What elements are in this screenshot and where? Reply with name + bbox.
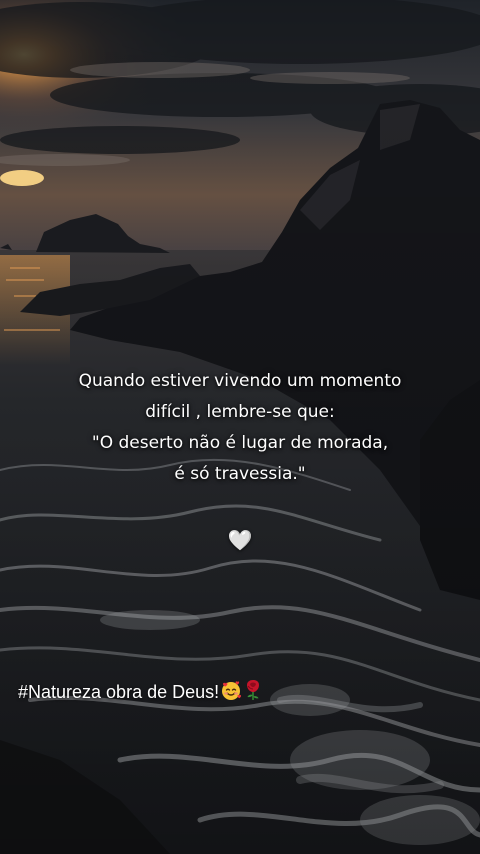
quote-line-3: "O deserto não é lugar de morada, bbox=[91, 433, 389, 453]
video-frame[interactable]: Quando estiver vivendo um momento difíci… bbox=[0, 0, 480, 854]
white-heart-icon: 🤍 bbox=[227, 528, 253, 552]
quote-line-1: Quando estiver vivendo um momento bbox=[78, 371, 402, 391]
quote-line-4: é só travessia." bbox=[174, 464, 306, 484]
quote-text: Quando estiver vivendo um momento difíci… bbox=[40, 366, 440, 490]
quote-line-2: difícil , lembre-se que: bbox=[145, 402, 335, 422]
caption: #Natureza obra de Deus! bbox=[18, 678, 263, 709]
smiling-face-with-hearts-icon bbox=[220, 679, 242, 709]
rose-icon bbox=[243, 679, 263, 709]
caption-text: #Natureza obra de Deus! bbox=[18, 682, 220, 702]
